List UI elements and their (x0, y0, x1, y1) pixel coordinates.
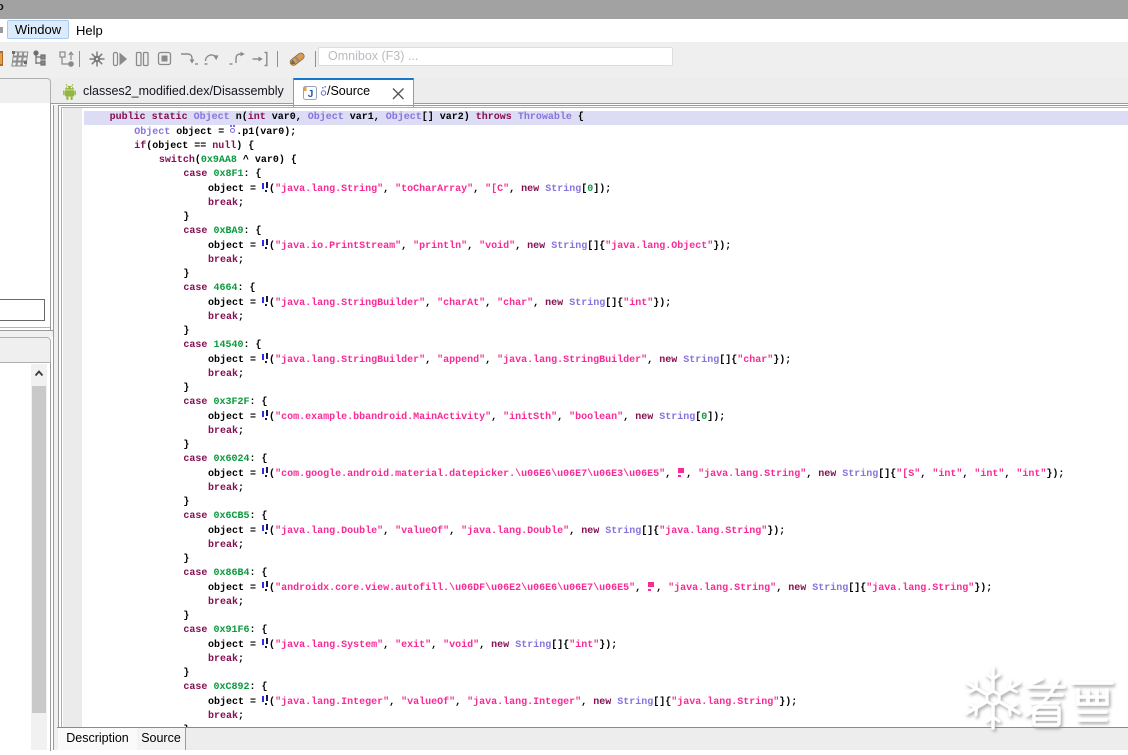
svg-text:J: J (308, 89, 314, 100)
